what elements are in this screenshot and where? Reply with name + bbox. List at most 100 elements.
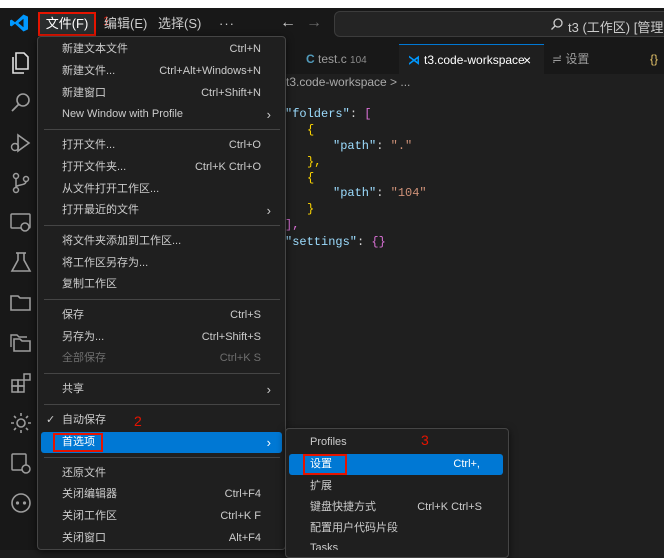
- menu-item-label: 关闭编辑器: [62, 488, 117, 500]
- menu-item-label: 将工作区另存为...: [62, 257, 149, 269]
- menu-item-label: 新建窗口: [62, 87, 106, 99]
- menu-item-label: Profiles: [310, 436, 347, 448]
- menu-item-shortcut: Ctrl+K Ctrl+S: [417, 501, 482, 513]
- vscode-file-icon: ⋊: [408, 53, 420, 67]
- code-bracket: {: [307, 171, 315, 185]
- menu-item-new-window-profile[interactable]: New Window with Profile ›: [38, 104, 285, 125]
- tab-json[interactable]: {}: [650, 44, 658, 74]
- menu-item-duplicate-workspace[interactable]: 复制工作区: [38, 274, 285, 295]
- menu-item-label: 配置用户代码片段: [310, 522, 398, 534]
- menu-item-save-all: 全部保存 Ctrl+K S: [38, 348, 285, 369]
- chevron-right-icon: ›: [266, 107, 271, 122]
- submenu-item-tasks[interactable]: Tasks: [286, 538, 508, 550]
- menu-item-new-text-file[interactable]: 新建文本文件 Ctrl+N: [38, 39, 285, 60]
- tab-t3-workspace[interactable]: ⋊ t3.code-workspace ×: [399, 44, 544, 74]
- extensions-icon[interactable]: [8, 370, 34, 396]
- code-string: ".": [390, 139, 413, 153]
- menu-item-auto-save[interactable]: ✓ 自动保存: [38, 410, 285, 431]
- folders-icon[interactable]: [8, 330, 34, 356]
- code-line-2: {: [307, 123, 314, 137]
- code-bracket: {: [307, 123, 315, 137]
- menu-edit[interactable]: 编辑(E): [100, 12, 151, 36]
- menu-selection[interactable]: 选择(S): [154, 12, 205, 36]
- submenu-item-keyboard-shortcuts[interactable]: 键盘快捷方式 Ctrl+K Ctrl+S: [286, 497, 508, 518]
- code-key: "folders": [285, 107, 350, 121]
- code-bracket: {}: [371, 235, 386, 249]
- menu-item-label: New Window with Profile: [62, 108, 184, 120]
- menu-item-new-window[interactable]: 新建窗口 Ctrl+Shift+N: [38, 83, 285, 104]
- menu-item-add-folder[interactable]: 将文件夹添加到工作区...: [38, 231, 285, 252]
- menu-item-shortcut: Alt+F4: [228, 532, 261, 544]
- menu-item-label: 从文件打开工作区...: [62, 183, 160, 195]
- menu-item-label: 打开文件夹...: [62, 161, 127, 173]
- menu-item-shortcut: Ctrl+Shift+N: [201, 87, 261, 99]
- submenu-item-user-snippets[interactable]: 配置用户代码片段: [286, 518, 508, 539]
- remote-explorer-icon[interactable]: [8, 210, 34, 236]
- menu-item-close-workspace[interactable]: 关闭工作区 Ctrl+K F: [38, 506, 285, 527]
- menu-item-label: 全部保存: [62, 352, 106, 364]
- menu-item-open-workspace[interactable]: 从文件打开工作区...: [38, 179, 285, 200]
- menu-item-save[interactable]: 保存 Ctrl+S: [38, 305, 285, 326]
- tab-test-c[interactable]: C test.c 104: [306, 44, 367, 74]
- tab-settings[interactable]: ≓ 设置: [552, 44, 589, 74]
- submenu-item-profiles[interactable]: Profiles: [286, 432, 508, 453]
- menu-item-shortcut: Ctrl+F4: [224, 488, 261, 500]
- menu-item-label: 保存: [62, 309, 84, 321]
- explorer-icon[interactable]: [8, 50, 34, 76]
- menu-item-close-window[interactable]: 关闭窗口 Alt+F4: [38, 528, 285, 549]
- c-file-icon: C: [306, 52, 315, 66]
- menu-item-shortcut: Ctrl+Shift+S: [201, 331, 261, 343]
- menu-item-save-as[interactable]: 另存为... Ctrl+Shift+S: [38, 327, 285, 348]
- vscode-logo-icon[interactable]: [9, 13, 29, 33]
- container-icon[interactable]: [8, 450, 34, 476]
- menu-item-shortcut: Ctrl+,: [453, 458, 480, 470]
- code-line-1: "folders": [: [285, 107, 371, 121]
- menu-item-label: 复制工作区: [62, 278, 117, 290]
- code-line-6: "path": "104": [333, 186, 427, 200]
- command-center-label: t3 (工作区) [管理员: [568, 20, 664, 35]
- menu-item-new-file[interactable]: 新建文件... Ctrl+Alt+Windows+N: [38, 61, 285, 82]
- code-line-5: {: [307, 171, 314, 185]
- source-control-icon[interactable]: [8, 170, 34, 196]
- menu-item-label: 新建文本文件: [62, 43, 128, 55]
- close-icon[interactable]: ×: [523, 45, 531, 75]
- menu-separator: [44, 299, 280, 300]
- submenu-item-extensions[interactable]: 扩展: [286, 476, 508, 497]
- menu-item-revert-file[interactable]: 还原文件: [38, 463, 285, 484]
- highlight-box-preferences: [53, 433, 103, 452]
- search-view-icon[interactable]: [8, 90, 34, 116]
- testing-icon[interactable]: [8, 250, 34, 276]
- code-bracket: ],: [285, 218, 300, 232]
- gear-puzzle-icon[interactable]: [8, 410, 34, 436]
- code-bracket: [: [364, 107, 372, 121]
- menu-item-share[interactable]: 共享 ›: [38, 379, 285, 400]
- menu-separator: [44, 457, 280, 458]
- menu-file[interactable]: 文件(F): [38, 12, 96, 36]
- arrow-left-icon[interactable]: ←: [280, 14, 296, 32]
- copilot-icon[interactable]: [8, 490, 34, 516]
- menu-item-shortcut: Ctrl+K Ctrl+O: [194, 161, 261, 173]
- chevron-right-icon: ›: [266, 435, 271, 450]
- code-punct: :: [376, 139, 391, 153]
- arrow-right-icon[interactable]: →: [306, 14, 322, 32]
- menu-item-close-editor[interactable]: 关闭编辑器 Ctrl+F4: [38, 484, 285, 505]
- menu-item-label: 将文件夹添加到工作区...: [62, 235, 182, 247]
- menu-item-label: 还原文件: [62, 467, 106, 479]
- menu-item-open-file[interactable]: 打开文件... Ctrl+O: [38, 135, 285, 156]
- menu-item-save-workspace-as[interactable]: 将工作区另存为...: [38, 253, 285, 274]
- folder-icon[interactable]: [8, 290, 34, 316]
- breadcrumb[interactable]: t3.code-workspace > ...: [286, 75, 410, 89]
- menu-more[interactable]: ···: [215, 12, 239, 36]
- code-line-7: }: [307, 202, 314, 216]
- chevron-right-icon: ›: [266, 203, 271, 218]
- menu-item-open-recent[interactable]: 打开最近的文件 ›: [38, 200, 285, 221]
- tab-label: 设置: [565, 52, 590, 66]
- code-punct: :: [357, 235, 372, 249]
- code-key: "path": [333, 186, 377, 200]
- menu-item-open-folder[interactable]: 打开文件夹... Ctrl+K Ctrl+O: [38, 157, 285, 178]
- menu-item-label: 扩展: [310, 480, 332, 492]
- run-debug-icon[interactable]: [8, 130, 34, 156]
- menu-item-label: 另存为...: [62, 331, 105, 343]
- code-punct: :: [349, 107, 365, 121]
- tab-suffix: 104: [350, 55, 367, 66]
